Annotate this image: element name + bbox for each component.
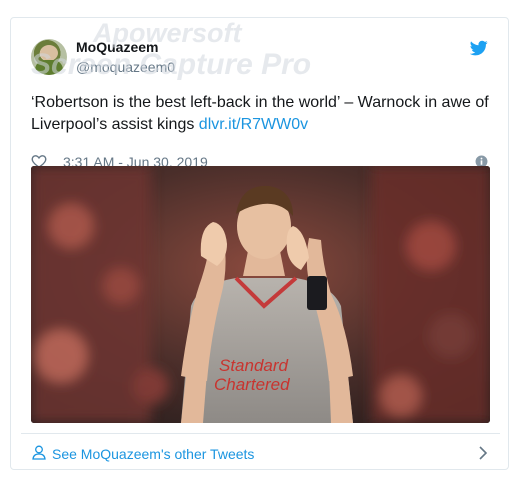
avatar[interactable]	[31, 39, 67, 75]
author-name[interactable]: MoQuazeem	[76, 39, 158, 55]
tweet-link[interactable]: dlvr.it/R7WW0v	[199, 116, 308, 133]
see-more-label[interactable]: See MoQuazeem's other Tweets	[52, 446, 254, 462]
svg-text:Chartered: Chartered	[214, 375, 290, 394]
tweet-photo[interactable]: Standard Chartered	[31, 166, 490, 423]
tweet-text: ‘Robertson is the best left-back in the …	[31, 92, 501, 136]
svg-text:Standard: Standard	[219, 356, 289, 375]
author-handle[interactable]: @moquazeem0	[76, 59, 175, 75]
person-icon	[32, 445, 46, 460]
see-more-tweets-link[interactable]: See MoQuazeem's other Tweets	[21, 433, 500, 472]
chevron-right-icon[interactable]	[478, 446, 488, 460]
twitter-bird-icon[interactable]	[470, 39, 488, 57]
embedded-tweet-card[interactable]: Apowersoft Screen Capture Pro MoQuazeem …	[10, 17, 509, 470]
